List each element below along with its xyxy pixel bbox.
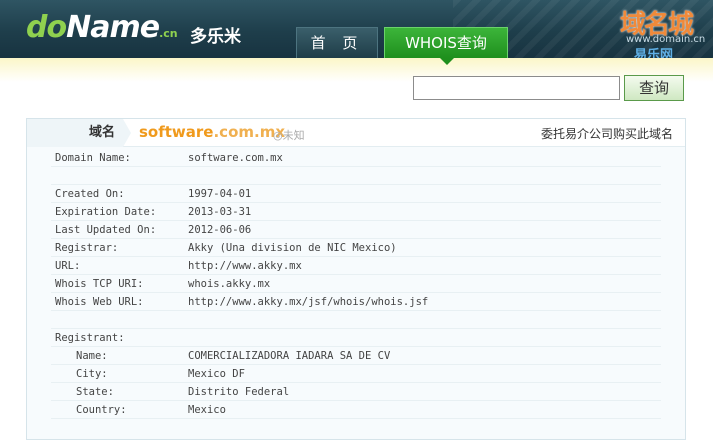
whois-value: COMERCIALIZADORA IADARA SA DE CV: [188, 350, 391, 362]
whois-value: http://www.akky.mx: [188, 260, 302, 272]
whois-row: Registrar: Akky (Una division de NIC Mexi…: [51, 239, 661, 257]
whois-key: Domain Name:: [55, 152, 131, 164]
whois-row: Whois Web URL: http://www.akky.mx/jsf/who…: [51, 293, 661, 311]
label-arrow-icon: [123, 119, 131, 147]
purchase-link[interactable]: 委托易介公司购买此域名: [541, 125, 673, 142]
whois-row: Registrant:: [51, 329, 661, 347]
whois-row: Expiration Date: 2013-03-31: [51, 203, 661, 221]
whois-row: Whois TCP URI: whois.akky.mx: [51, 275, 661, 293]
brand-name: 多乐米: [190, 27, 241, 47]
whois-key: Whois TCP URI:: [55, 278, 144, 290]
whois-row: Domain Name: software.com.mx: [51, 149, 661, 167]
whois-value: whois.akky.mx: [188, 278, 271, 290]
whois-value: http://www.akky.mx/jsf/whois/whois.jsf: [188, 296, 429, 308]
whois-value: 2013-03-31: [188, 206, 252, 218]
status-circle-icon: ◎: [273, 129, 283, 142]
queried-domain: software.com.mx: [139, 123, 286, 141]
whois-value: Mexico: [188, 404, 226, 416]
whois-value: Akky (Una division de NIC Mexico): [188, 242, 397, 254]
site-header: doName.cn 多乐米 首 页 WHOIS查询 域名城 www.domain…: [0, 0, 713, 58]
whois-search-input[interactable]: [413, 76, 620, 100]
result-header: 域名 software.com.mx ◎未知 委托易介公司购买此域名: [27, 119, 685, 147]
domain-status: ◎未知: [273, 129, 305, 142]
whois-row: City: Mexico DF: [51, 365, 661, 383]
whois-row: URL: http://www.akky.mx: [51, 257, 661, 275]
search-button[interactable]: 查询: [624, 75, 684, 101]
whois-value: Distrito Federal: [188, 386, 290, 398]
whois-result-panel: 域名 software.com.mx ◎未知 委托易介公司购买此域名 Domai…: [26, 118, 686, 440]
watermark-sub: 易乐网: [634, 48, 674, 58]
domain-label: 域名: [27, 119, 123, 147]
whois-key: Name:: [76, 350, 108, 362]
whois-value: Mexico DF: [188, 368, 245, 380]
whois-key: Last Updated On:: [55, 224, 157, 236]
whois-row: Created On: 1997-04-01: [51, 185, 661, 203]
whois-row: Name: COMERCIALIZADORA IADARA SA DE CV: [51, 347, 661, 365]
whois-row: Last Updated On: 2012-06-06: [51, 221, 661, 239]
whois-row: [51, 311, 661, 329]
whois-value: 2012-06-06: [188, 224, 252, 236]
active-tab-pointer-icon: [440, 58, 454, 65]
whois-key: Registrar:: [55, 242, 119, 254]
whois-key: Created On:: [55, 188, 125, 200]
whois-key: City:: [76, 368, 108, 380]
whois-key: URL:: [55, 260, 81, 272]
whois-key: Country:: [76, 404, 127, 416]
whois-value: software.com.mx: [188, 152, 283, 164]
whois-row: State: Distrito Federal: [51, 383, 661, 401]
whois-key: State:: [76, 386, 114, 398]
whois-key: Whois Web URL:: [55, 296, 144, 308]
watermark-logo: 域名城 www.domain.cn 易乐网: [610, 4, 710, 58]
whois-record-list: Domain Name: software.com.mx Created On: 19…: [27, 149, 685, 419]
tab-whois[interactable]: WHOIS查询: [384, 27, 508, 58]
whois-key: Expiration Date:: [55, 206, 157, 218]
site-logo[interactable]: doName.cn: [26, 10, 178, 52]
whois-value: 1997-04-01: [188, 188, 252, 200]
tab-home[interactable]: 首 页: [296, 27, 378, 58]
whois-row: Country: Mexico: [51, 401, 661, 419]
whois-row: [51, 167, 661, 185]
whois-key: Registrant:: [55, 332, 125, 344]
